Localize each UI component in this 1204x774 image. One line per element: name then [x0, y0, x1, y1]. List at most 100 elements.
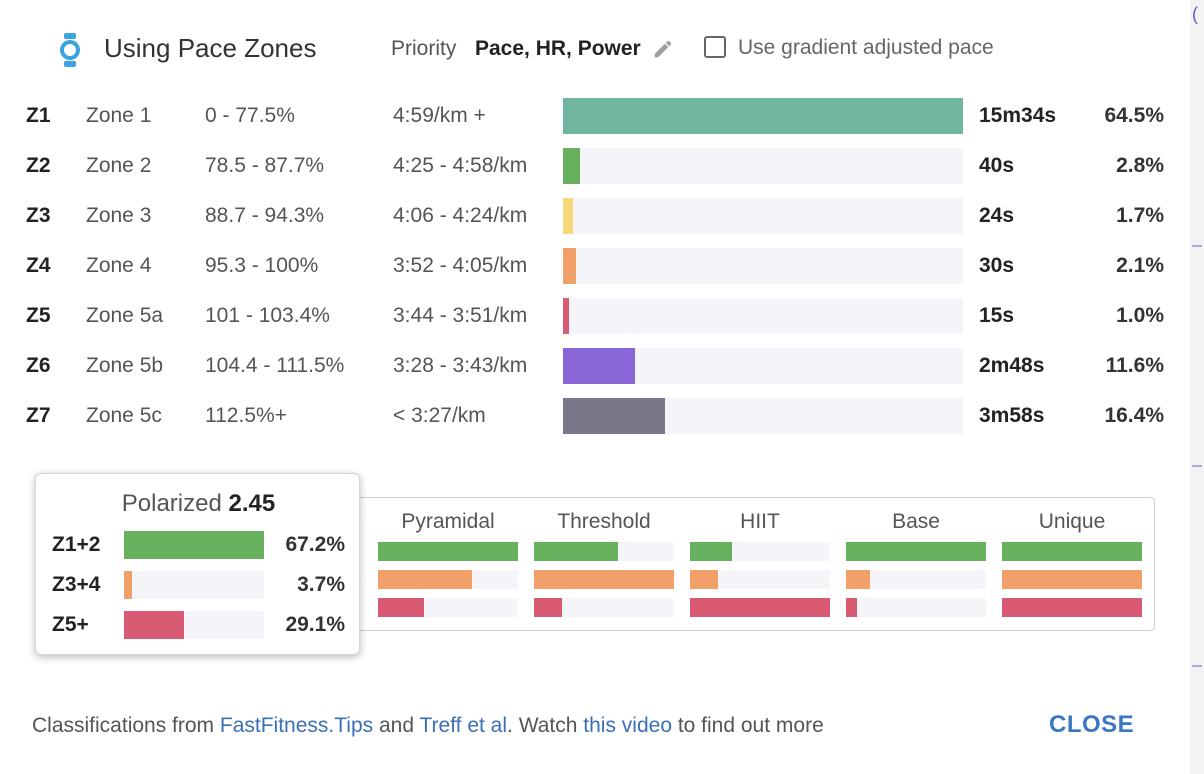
polarized-title: Polarized 2.45: [36, 490, 361, 518]
zone-bar-track: [563, 348, 963, 384]
priority-value[interactable]: Pace, HR, Power: [475, 37, 641, 61]
polarized-row: Z3+4 3.7%: [36, 571, 361, 599]
zone-time: 15m34s: [979, 104, 1057, 127]
zone-id: Z4: [26, 254, 51, 277]
zone-time: 15s: [979, 304, 1015, 327]
classification-title: Unique: [1038, 510, 1106, 533]
classification-bar-track: [846, 570, 986, 589]
zone-row: Z6 Zone 5b 104.4 - 111.5% 3:28 - 3:43/km 2m4…: [0, 348, 1190, 384]
zone-name: Zone 5b: [86, 354, 164, 377]
zone-name: Zone 1: [86, 104, 152, 127]
classification-bar-track: [690, 542, 830, 561]
polarized-bar-fill: [124, 611, 184, 639]
zone-bar-track: [563, 248, 963, 284]
zone-name: Zone 4: [86, 254, 152, 277]
zone-bar-track: [563, 298, 963, 334]
pencil-icon[interactable]: [652, 38, 674, 60]
zone-bar-fill: [563, 198, 573, 234]
classification-unique: Unique: [1002, 498, 1142, 630]
classification-bar-fill: [378, 542, 518, 561]
zone-time: 2m48s: [979, 354, 1045, 377]
background-edge-strip: (: [1190, 0, 1204, 774]
polarized-bar-track: [124, 611, 264, 639]
fastfitness-link[interactable]: FastFitness.Tips: [220, 714, 373, 737]
zone-row: Z7 Zone 5c 112.5%+ < 3:27/km 3m58s 16.4%: [0, 398, 1190, 434]
zone-percent: 2.1%: [1116, 254, 1164, 277]
zone-pace: 4:59/km +: [393, 104, 486, 127]
zone-name: Zone 5a: [86, 304, 164, 327]
classification-bar-track: [378, 598, 518, 617]
background-edge-glyph: (: [1192, 4, 1198, 24]
zone-id: Z5: [26, 304, 51, 327]
zone-percent: 1.0%: [1116, 304, 1164, 327]
zone-row: Z4 Zone 4 95.3 - 100% 3:52 - 4:05/km 30s 2.1%: [0, 248, 1190, 284]
classification-bar-track: [378, 542, 518, 561]
classification-threshold: Threshold: [534, 498, 674, 630]
footer-suffix: to find out more: [672, 714, 824, 737]
classification-bar-track: [690, 570, 830, 589]
classification-pyramidal: Pyramidal: [378, 498, 518, 630]
polarized-bar-track: [124, 571, 264, 599]
zone-time: 24s: [979, 204, 1015, 227]
zone-bar-fill: [563, 248, 576, 284]
gradient-checkbox[interactable]: [704, 36, 726, 58]
treff-link[interactable]: Treff et al: [419, 714, 507, 737]
close-button[interactable]: CLOSE: [1049, 711, 1134, 739]
zone-bar-track: [563, 148, 963, 184]
footer-mid1: and: [373, 714, 420, 737]
zone-id: Z3: [26, 204, 51, 227]
polarized-bar-track: [124, 531, 264, 559]
zone-range: 88.7 - 94.3%: [205, 204, 325, 227]
zone-row: Z5 Zone 5a 101 - 103.4% 3:44 - 3:51/km 15s 1.…: [0, 298, 1190, 334]
classification-bar-fill: [1002, 598, 1142, 617]
gradient-checkbox-label[interactable]: Use gradient adjusted pace: [738, 36, 994, 60]
classification-title: HIIT: [740, 510, 780, 533]
classification-panel: Pyramidal Threshold HIIT Base Unique: [340, 497, 1155, 631]
polarized-value: 67.2%: [285, 533, 345, 556]
zone-bar-fill: [563, 298, 569, 334]
zone-pace: 3:28 - 3:43/km: [393, 354, 528, 377]
zone-row: Z2 Zone 2 78.5 - 87.7% 4:25 - 4:58/km 40s 2.8…: [0, 148, 1190, 184]
zone-bar-track: [563, 398, 963, 434]
priority-label: Priority: [391, 37, 457, 60]
footer-mid2: . Watch: [507, 714, 584, 737]
video-link[interactable]: this video: [583, 714, 672, 737]
classification-bar-fill: [1002, 570, 1142, 589]
zone-pace: 4:25 - 4:58/km: [393, 154, 528, 177]
zone-id: Z7: [26, 404, 51, 427]
zone-range: 112.5%+: [205, 404, 287, 427]
classification-bar-track: [1002, 598, 1142, 617]
footer-prefix: Classifications from: [32, 714, 220, 737]
background-edge-mark: [1192, 245, 1202, 247]
zone-bar-fill: [563, 398, 665, 434]
classification-bar-fill: [690, 570, 718, 589]
zone-pace: < 3:27/km: [393, 404, 486, 427]
classification-bar-fill: [690, 542, 732, 561]
polarized-value: 3.7%: [297, 573, 345, 596]
polarized-score: 2.45: [228, 490, 276, 517]
classification-bar-track: [1002, 570, 1142, 589]
classification-bar-fill: [846, 542, 986, 561]
page-title: Using Pace Zones: [104, 33, 317, 63]
classification-title: Pyramidal: [401, 510, 495, 533]
zone-pace: 3:52 - 4:05/km: [393, 254, 528, 277]
classification-bar-track: [846, 598, 986, 617]
zone-pace: 4:06 - 4:24/km: [393, 204, 528, 227]
classification-bar-fill: [378, 598, 424, 617]
polarized-label: Z5+: [52, 613, 89, 636]
classification-bar-track: [534, 570, 674, 589]
zone-range: 0 - 77.5%: [205, 104, 295, 127]
classification-bar-fill: [1002, 542, 1142, 561]
polarized-label: Z1+2: [52, 533, 101, 556]
zone-name: Zone 2: [86, 154, 152, 177]
zone-time: 40s: [979, 154, 1015, 177]
polarized-bar-fill: [124, 531, 264, 559]
classification-bar-track: [534, 542, 674, 561]
classification-bar-fill: [846, 570, 870, 589]
zone-range: 78.5 - 87.7%: [205, 154, 325, 177]
zone-range: 104.4 - 111.5%: [205, 354, 345, 377]
background-edge-mark: [1192, 465, 1202, 467]
polarized-label: Z3+4: [52, 573, 101, 596]
zone-percent: 2.8%: [1116, 154, 1164, 177]
zone-percent: 16.4%: [1104, 404, 1164, 427]
